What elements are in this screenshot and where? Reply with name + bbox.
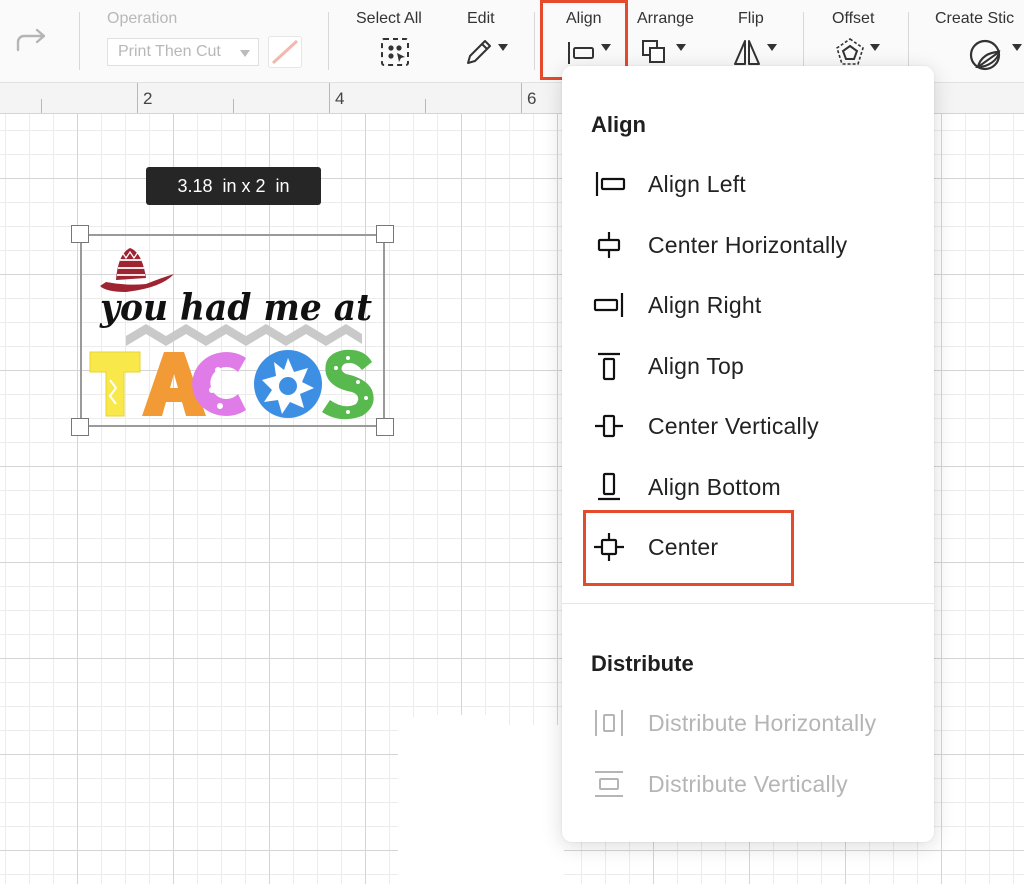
operation-label: Operation bbox=[107, 10, 178, 27]
flip-chevron-down-icon[interactable] bbox=[767, 44, 777, 51]
distribute-vertically-label: Distribute Vertically bbox=[648, 771, 848, 797]
pencil-icon[interactable] bbox=[463, 36, 493, 73]
ruler-tick bbox=[233, 99, 234, 113]
align-menu-title: Align bbox=[591, 112, 646, 137]
align-dropdown-menu: Align Align Left Center Horizontally Ali… bbox=[562, 66, 934, 842]
ruler-tick bbox=[521, 83, 522, 113]
color-swatch[interactable] bbox=[268, 36, 302, 68]
center-vertically-icon bbox=[592, 410, 626, 442]
redo-arrow-icon[interactable] bbox=[14, 28, 50, 61]
align-top-label: Align Top bbox=[648, 353, 745, 379]
distribute-vertically-icon bbox=[592, 768, 626, 800]
sticker-icon[interactable] bbox=[968, 38, 1002, 77]
ruler-mark-4: 4 bbox=[335, 89, 345, 108]
ruler-tick bbox=[137, 83, 138, 113]
align-left-label: Align Left bbox=[648, 171, 746, 197]
center-vertically-label: Center Vertically bbox=[648, 413, 819, 439]
canvas-blank-area bbox=[398, 725, 564, 884]
select-all-icon[interactable] bbox=[379, 36, 411, 73]
select-all-label[interactable]: Select All bbox=[356, 10, 422, 28]
edit-label[interactable]: Edit bbox=[467, 10, 495, 28]
menu-divider bbox=[562, 603, 934, 604]
ruler-tick bbox=[425, 99, 426, 113]
align-left-icon bbox=[592, 168, 626, 200]
menu-item-distribute-vertically[interactable]: Distribute Vertically bbox=[562, 758, 934, 810]
arrange-chevron-down-icon[interactable] bbox=[676, 44, 686, 51]
ruler-mark-2: 2 bbox=[143, 89, 153, 108]
resize-handle-bottom-right[interactable] bbox=[376, 418, 394, 436]
resize-handle-top-right[interactable] bbox=[376, 225, 394, 243]
sticker-chevron-down-icon[interactable] bbox=[1012, 44, 1022, 51]
menu-item-align-top[interactable]: Align Top bbox=[562, 340, 934, 392]
center-highlight-box bbox=[583, 510, 794, 586]
create-sticker-label[interactable]: Create Stic bbox=[935, 10, 1014, 28]
chevron-down-icon bbox=[240, 50, 250, 57]
center-horizontally-label: Center Horizontally bbox=[648, 232, 848, 258]
align-top-icon bbox=[592, 350, 626, 382]
resize-handle-bottom-left[interactable] bbox=[71, 418, 89, 436]
distribute-menu-title: Distribute bbox=[591, 651, 694, 676]
menu-item-align-right[interactable]: Align Right bbox=[562, 279, 934, 331]
ruler-mark-6: 6 bbox=[527, 89, 537, 108]
align-bottom-icon bbox=[592, 471, 626, 503]
ruler-tick bbox=[329, 83, 330, 113]
center-horizontally-icon bbox=[592, 229, 626, 261]
offset-chevron-down-icon[interactable] bbox=[870, 44, 880, 51]
arrange-label[interactable]: Arrange bbox=[637, 10, 694, 28]
canvas-blank-area bbox=[410, 715, 500, 735]
align-right-icon bbox=[592, 289, 626, 321]
flip-label[interactable]: Flip bbox=[738, 10, 764, 28]
edit-chevron-down-icon[interactable] bbox=[498, 44, 508, 51]
menu-item-align-bottom[interactable]: Align Bottom bbox=[562, 461, 934, 513]
operation-value: Print Then Cut bbox=[118, 43, 221, 60]
distribute-horizontally-label: Distribute Horizontally bbox=[648, 710, 877, 736]
offset-label[interactable]: Offset bbox=[832, 10, 874, 28]
ruler-tick bbox=[41, 99, 42, 113]
resize-handle-top-left[interactable] bbox=[71, 225, 89, 243]
menu-item-distribute-horizontally[interactable]: Distribute Horizontally bbox=[562, 697, 934, 749]
selection-bounding-box bbox=[80, 234, 385, 427]
size-badge: 3.18 in x 2 in bbox=[146, 167, 321, 205]
distribute-horizontally-icon bbox=[592, 707, 626, 739]
align-bottom-label: Align Bottom bbox=[648, 474, 781, 500]
operation-select[interactable]: Print Then Cut bbox=[107, 38, 259, 66]
align-right-label: Align Right bbox=[648, 292, 762, 318]
menu-item-center-horizontally[interactable]: Center Horizontally bbox=[562, 219, 934, 271]
menu-item-center-vertically[interactable]: Center Vertically bbox=[562, 400, 934, 452]
menu-item-align-left[interactable]: Align Left bbox=[562, 158, 934, 210]
